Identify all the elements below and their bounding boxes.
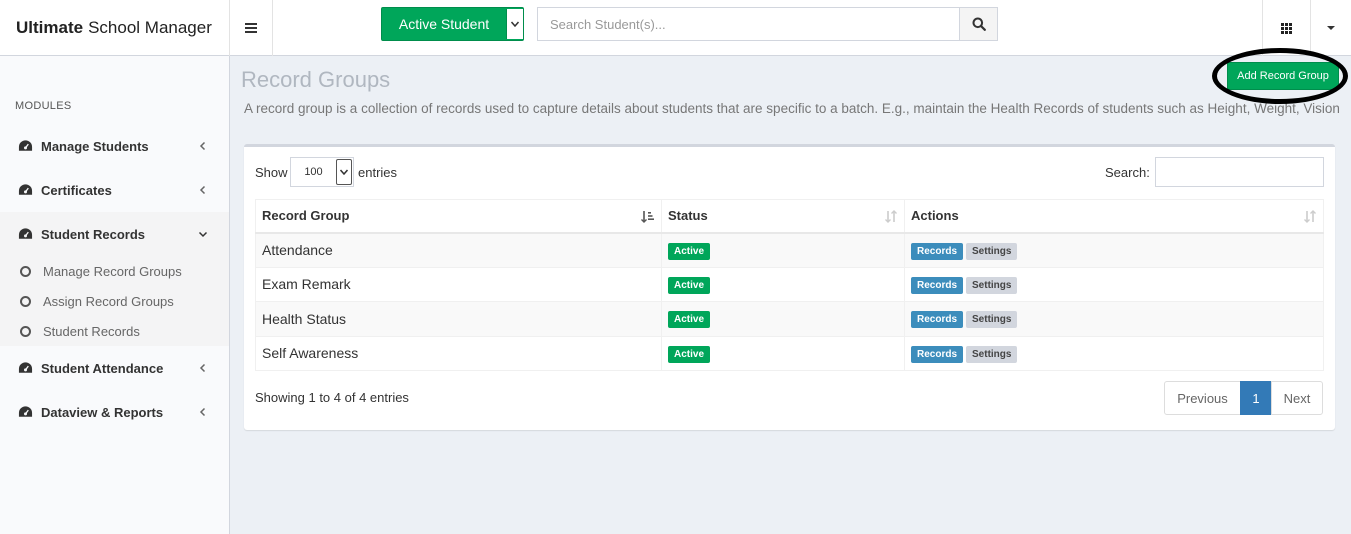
sidebar-subitem-student-records[interactable]: Student Records — [0, 316, 229, 346]
top-navbar: Ultimate School Manager Active Student — [0, 0, 1351, 56]
sidebar-item-label: Student Attendance — [41, 360, 164, 376]
sidebar-item-dataview-reports[interactable]: Dataview & Reports — [0, 390, 229, 434]
record-groups-table: Record Group Status Actions Attendance A… — [255, 199, 1324, 371]
sidebar-section-header: MODULES — [15, 100, 72, 112]
circle-icon — [20, 295, 31, 307]
records-button[interactable]: Records — [911, 242, 964, 260]
sidebar-item-student-records[interactable]: Student Records — [0, 212, 229, 256]
column-header-record-group[interactable]: Record Group — [255, 199, 662, 234]
record-group-name: Exam Remark — [255, 266, 662, 302]
chevron-down-icon — [336, 159, 352, 185]
sidebar-subitem-assign-record-groups[interactable]: Assign Record Groups — [0, 286, 229, 316]
table-row: Attendance Active Records Settings — [255, 232, 1324, 268]
sidebar-item-label: Student Records — [41, 226, 146, 242]
dashboard-icon — [18, 406, 33, 417]
student-search — [537, 7, 998, 41]
records-button[interactable]: Records — [911, 311, 964, 329]
sidebar-subitem-label: Manage Record Groups — [43, 263, 182, 279]
settings-button[interactable]: Settings — [966, 242, 1018, 260]
table-search-label: Search: — [1105, 165, 1150, 180]
record-group-name: Attendance — [255, 232, 662, 268]
next-page-button[interactable]: Next — [1271, 381, 1323, 415]
sidebar-subitem-manage-record-groups[interactable]: Manage Record Groups — [0, 256, 229, 286]
brand-bold: Ultimate — [16, 18, 84, 37]
sort-icon — [1304, 210, 1316, 223]
sidebar-item-student-attendance[interactable]: Student Attendance — [0, 346, 229, 390]
table-row: Self Awareness Active Records Settings — [255, 335, 1324, 371]
page-length-select[interactable]: 100 — [290, 157, 354, 187]
status-badge: Active — [668, 242, 711, 260]
previous-page-button[interactable]: Previous — [1164, 381, 1241, 415]
entries-label: entries — [358, 165, 398, 180]
chevron-down-icon — [198, 231, 208, 238]
chevron-down-icon[interactable] — [506, 9, 523, 39]
table-row: Exam Remark Active Records Settings — [255, 266, 1324, 302]
search-button[interactable] — [959, 7, 998, 41]
settings-button[interactable]: Settings — [966, 276, 1018, 294]
sidebar-toggle-button[interactable] — [230, 0, 273, 56]
circle-icon — [20, 265, 31, 277]
page-length-value: 100 — [304, 166, 323, 178]
pagination: Previous 1 Next — [1164, 381, 1323, 415]
sort-ascending-icon — [641, 211, 654, 223]
record-group-name: Self Awareness — [255, 335, 662, 371]
settings-button[interactable]: Settings — [966, 345, 1018, 363]
sidebar-subitem-label: Student Records — [43, 323, 140, 339]
hamburger-icon — [245, 23, 257, 33]
dashboard-icon — [18, 362, 33, 373]
record-groups-panel: Show 100 entries Search: Record Group St… — [244, 144, 1335, 430]
sidebar-item-certificates[interactable]: Certificates — [0, 168, 229, 212]
circle-icon — [20, 325, 31, 337]
page-description: A record group is a collection of record… — [244, 101, 1340, 116]
page-1-button[interactable]: 1 — [1240, 381, 1272, 415]
sort-icon — [885, 210, 897, 223]
page-title: Record Groups — [241, 67, 391, 92]
record-group-name: Health Status — [255, 301, 662, 337]
chevron-left-icon — [199, 407, 206, 417]
sidebar: MODULES Manage Students Certificates Stu… — [0, 56, 230, 534]
student-search-input[interactable] — [537, 7, 959, 41]
sidebar-subitem-label: Assign Record Groups — [43, 293, 174, 309]
student-status-value: Active Student — [398, 16, 490, 32]
status-badge: Active — [668, 311, 711, 329]
chevron-left-icon — [199, 141, 206, 151]
status-badge: Active — [668, 345, 711, 363]
column-header-actions[interactable]: Actions — [904, 199, 1324, 234]
settings-button[interactable]: Settings — [966, 311, 1018, 329]
user-menu-toggle[interactable] — [1310, 0, 1351, 56]
table-header-row: Record Group Status Actions — [255, 199, 1324, 234]
apps-menu-button[interactable] — [1262, 0, 1310, 56]
table-row: Health Status Active Records Settings — [255, 301, 1324, 337]
caret-down-icon — [1327, 26, 1335, 30]
show-label: Show — [255, 165, 288, 180]
search-icon — [972, 17, 986, 31]
chevron-left-icon — [199, 185, 206, 195]
sidebar-item-label: Manage Students — [41, 138, 149, 154]
dashboard-icon — [18, 184, 33, 195]
status-badge: Active — [668, 276, 711, 294]
sidebar-item-manage-students[interactable]: Manage Students — [0, 124, 229, 168]
chevron-left-icon — [199, 363, 206, 373]
sidebar-item-label: Certificates — [41, 182, 112, 198]
column-header-status[interactable]: Status — [661, 199, 905, 234]
brand-name: School Manager — [88, 18, 212, 37]
records-button[interactable]: Records — [911, 276, 964, 294]
add-record-group-button[interactable]: Add Record Group — [1227, 62, 1339, 90]
table-info: Showing 1 to 4 of 4 entries — [255, 390, 409, 405]
records-button[interactable]: Records — [911, 345, 964, 363]
sidebar-item-label: Dataview & Reports — [41, 404, 164, 420]
grid-icon — [1281, 22, 1292, 34]
student-status-select[interactable]: Active Student — [381, 7, 524, 41]
table-search-input[interactable] — [1155, 157, 1324, 187]
dashboard-icon — [18, 228, 33, 239]
app-logo[interactable]: Ultimate School Manager — [0, 0, 230, 56]
dashboard-icon — [18, 140, 33, 151]
